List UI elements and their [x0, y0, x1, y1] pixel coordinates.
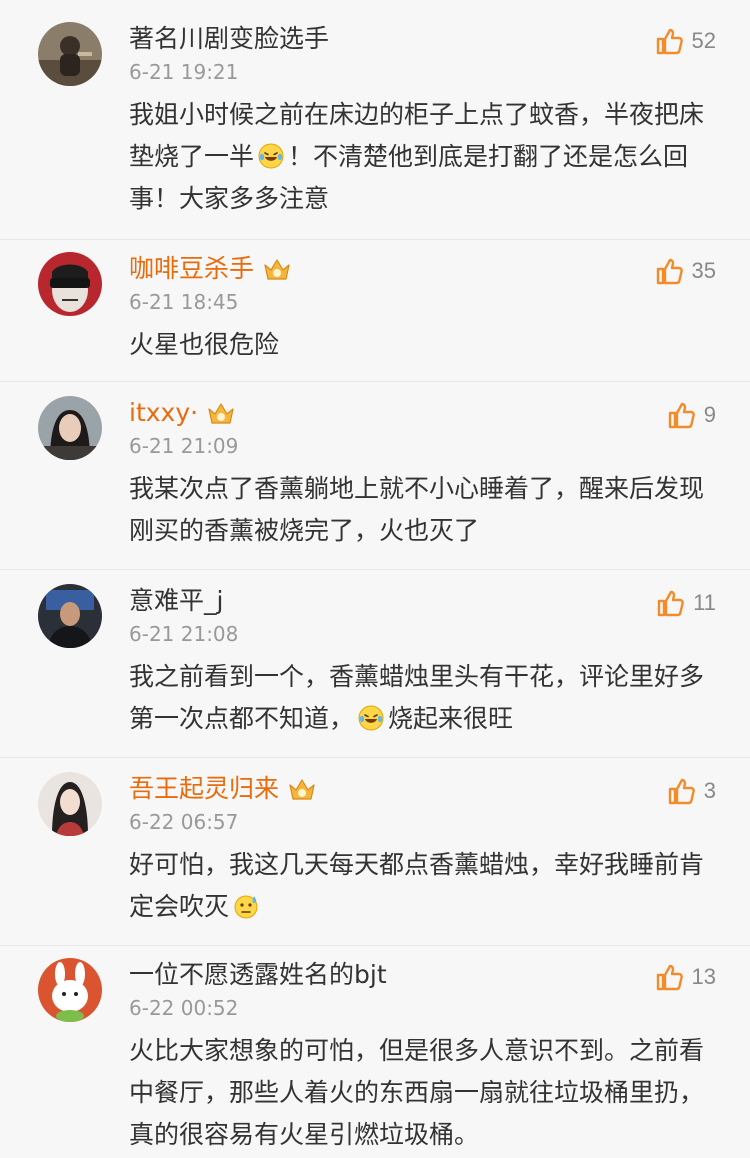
username[interactable]: 意难平_j	[129, 584, 223, 618]
comment-item: 11 意难平_j 6-21 21:08 我之前看到一个，香薰蜡烛里头有干花，评论…	[0, 570, 750, 758]
thumbs-up-icon	[666, 400, 696, 430]
like-button[interactable]: 13	[654, 962, 716, 992]
username-row: 咖啡豆杀手	[129, 252, 716, 286]
username-row: 著名川剧变脸选手	[129, 22, 716, 56]
like-count: 35	[691, 258, 716, 283]
thumbs-up-icon	[666, 776, 696, 806]
comment-time: 6-22 06:57	[129, 810, 239, 834]
comment-text: 我之前看到一个，香薰蜡烛里头有干花，评论里好多第一次点都不知道， 烧起来很旺	[129, 656, 716, 740]
thumbs-up-icon	[655, 588, 685, 618]
crown-badge-icon[interactable]	[287, 775, 317, 803]
comment-text: 火比大家想象的可怕，但是很多人意识不到。之前看中餐厅，那些人着火的东西扇一扇就往…	[129, 1036, 705, 1149]
username[interactable]: itxxy·	[129, 396, 198, 430]
comment-text-part: 烧起来很旺	[388, 704, 514, 733]
username-row: itxxy·	[129, 396, 716, 430]
comment-time: 6-22 00:52	[129, 996, 239, 1020]
avatar[interactable]	[38, 22, 102, 86]
avatar[interactable]	[38, 584, 102, 648]
username[interactable]: 一位不愿透露姓名的bjt	[129, 958, 387, 992]
like-button[interactable]: 9	[666, 400, 716, 430]
username[interactable]: 著名川剧变脸选手	[129, 22, 329, 56]
like-button[interactable]: 52	[654, 26, 716, 56]
comment-item: 52 著名川剧变脸选手 6-21 19:21 我姐小时候之前在床边的柜子上点了蚊…	[0, 0, 750, 240]
like-count: 13	[691, 964, 716, 989]
avatar[interactable]	[38, 252, 102, 316]
like-button[interactable]: 3	[666, 776, 716, 806]
thumbs-up-icon	[654, 26, 684, 56]
comment-time: 6-21 21:09	[129, 434, 239, 458]
avatar[interactable]	[38, 958, 102, 1022]
comment-time: 6-21 19:21	[129, 60, 239, 84]
comment-time: 6-21 21:08	[129, 622, 239, 646]
like-count: 9	[703, 402, 716, 427]
comment-item: 13 一位不愿透露姓名的bjt 6-22 00:52 火比大家想象的可怕，但是很…	[0, 946, 750, 1158]
username-row: 吾王起灵归来	[129, 772, 716, 806]
username-row: 意难平_j	[129, 584, 716, 618]
comment-item: 35 咖啡豆杀手 6-21 18:45 火星也很危险	[0, 240, 750, 382]
comment-text: 好可怕，我这几天每天都点香薰蜡烛，幸好我睡前肯定会吹灭	[129, 844, 716, 928]
laugh-cry-emoji-icon	[358, 705, 384, 731]
thumbs-up-icon	[654, 256, 684, 286]
crown-badge-icon[interactable]	[206, 399, 236, 427]
like-count: 3	[703, 778, 716, 803]
username[interactable]: 吾王起灵归来	[129, 772, 279, 806]
sweat-emoji-icon	[233, 893, 259, 919]
comment-text: 我姐小时候之前在床边的柜子上点了蚊香，半夜把床垫烧了一半 ！不清楚他到底是打翻了还…	[129, 94, 716, 220]
comment-text-part: 好可怕，我这几天每天都点香薰蜡烛，幸好我睡前肯定会吹灭	[129, 850, 705, 921]
comment-text: 火星也很危险	[129, 330, 280, 359]
like-count: 11	[693, 590, 716, 615]
comment-item: 3 吾王起灵归来 6-22 06:57 好可怕，我这几天每天都点香薰蜡烛，幸好我…	[0, 758, 750, 946]
avatar[interactable]	[38, 396, 102, 460]
like-button[interactable]: 11	[655, 588, 716, 618]
laugh-cry-emoji-icon	[258, 143, 284, 169]
comment-time: 6-21 18:45	[129, 290, 239, 314]
avatar[interactable]	[38, 772, 102, 836]
comment-item: 9 itxxy· 6-21 21:09 我某次点了香薰躺地上就不小心睡着了，醒来…	[0, 382, 750, 570]
like-count: 52	[691, 28, 716, 53]
comment-list: 52 著名川剧变脸选手 6-21 19:21 我姐小时候之前在床边的柜子上点了蚊…	[0, 0, 750, 1158]
username-row: 一位不愿透露姓名的bjt	[129, 958, 716, 992]
like-button[interactable]: 35	[654, 256, 716, 286]
comment-text: 我某次点了香薰躺地上就不小心睡着了，醒来后发现刚买的香薰被烧完了，火也灭了	[129, 474, 705, 545]
username[interactable]: 咖啡豆杀手	[129, 252, 254, 286]
thumbs-up-icon	[654, 962, 684, 992]
crown-badge-icon[interactable]	[262, 255, 292, 283]
